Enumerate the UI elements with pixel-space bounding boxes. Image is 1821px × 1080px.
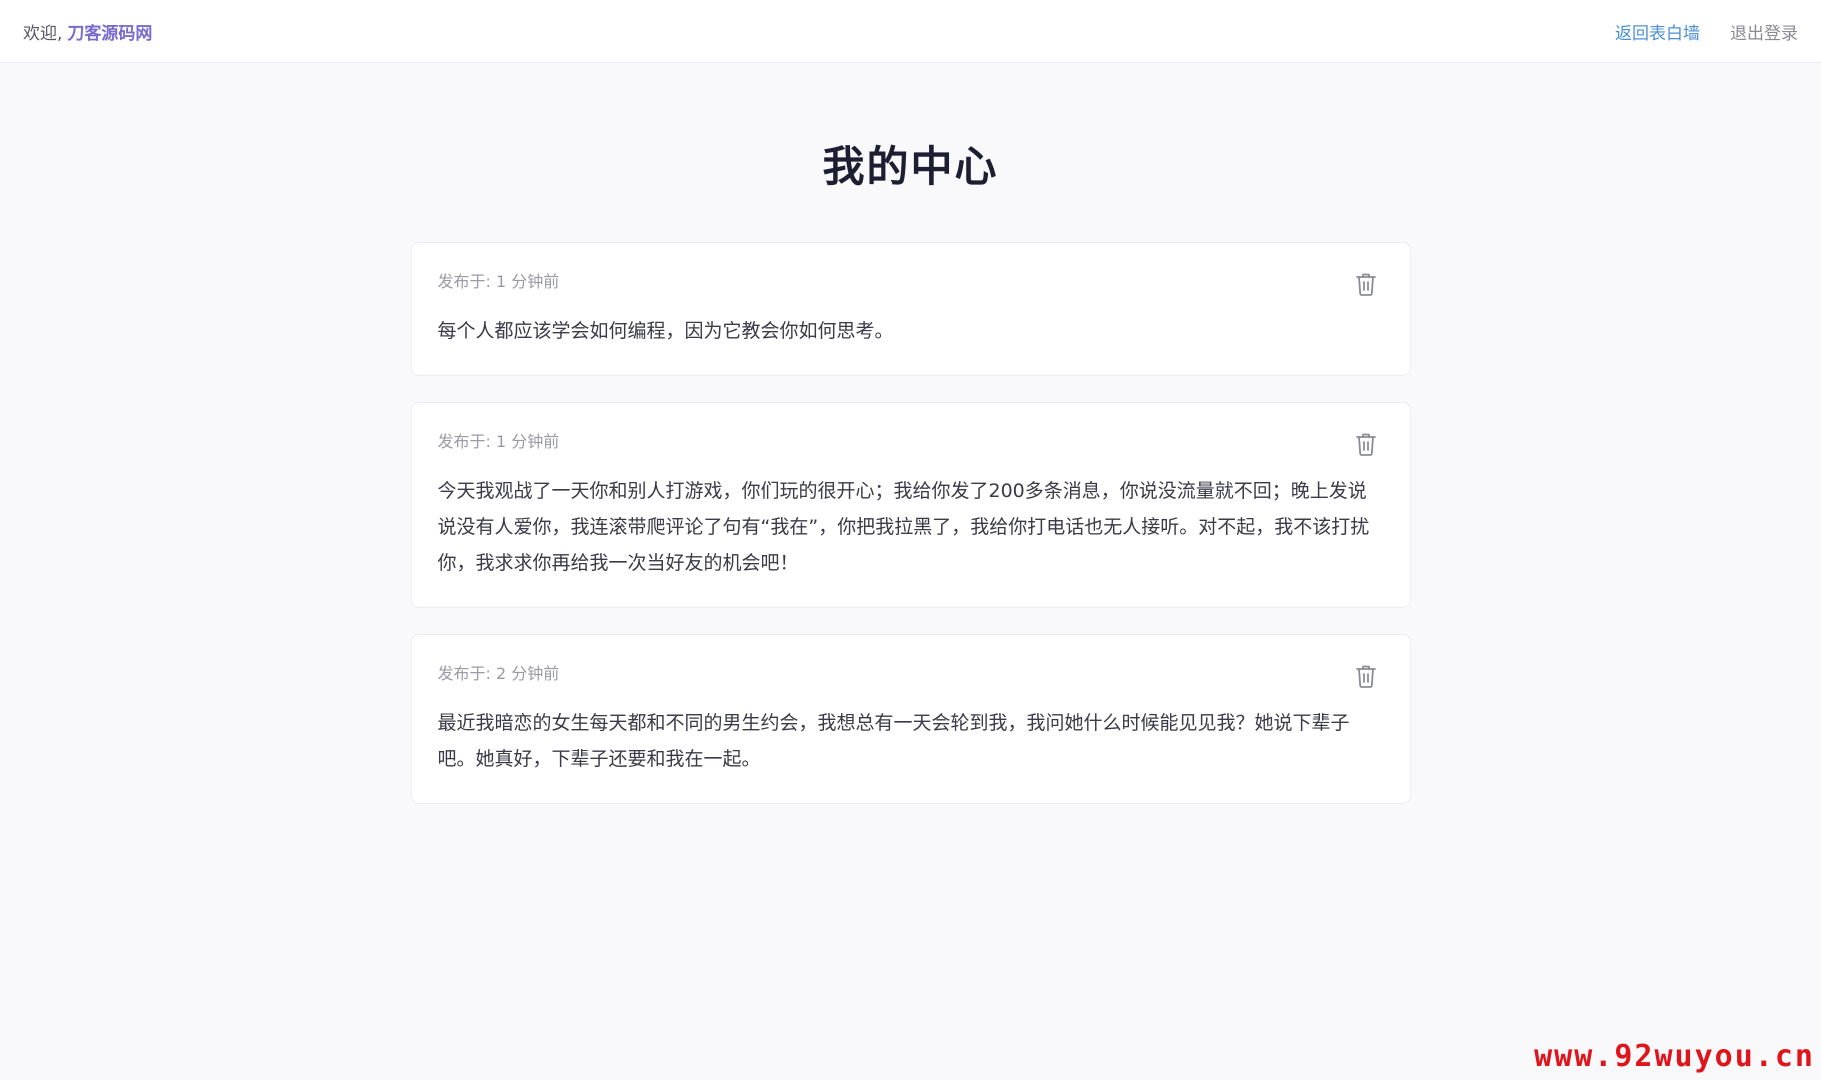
- post-list: 发布于: 1 分钟前 每个人都应该学会如何编程，因为它教会你如何思考。 发布于:…: [410, 242, 1411, 804]
- post-meta: 发布于: 1 分钟前: [437, 432, 560, 451]
- top-nav: 返回表白墙 退出登录: [1615, 19, 1798, 44]
- logout-link[interactable]: 退出登录: [1730, 19, 1798, 44]
- post-meta: 发布于: 1 分钟前: [437, 272, 560, 291]
- top-bar: 欢迎, 刀客源码网 返回表白墙 退出登录: [0, 0, 1821, 63]
- post-card: 发布于: 1 分钟前 今天我观战了一天你和别人打游戏，你们玩的很开心；我给你发了…: [410, 402, 1411, 608]
- delete-post-button[interactable]: [1354, 663, 1378, 689]
- back-to-wall-link[interactable]: 返回表白墙: [1615, 19, 1700, 44]
- delete-post-button[interactable]: [1354, 271, 1378, 297]
- post-card: 发布于: 1 分钟前 每个人都应该学会如何编程，因为它教会你如何思考。: [410, 242, 1411, 376]
- page-title: 我的中心: [822, 142, 999, 191]
- welcome-prefix: 欢迎,: [23, 23, 63, 44]
- post-meta: 发布于: 2 分钟前: [437, 664, 560, 683]
- post-content: 每个人都应该学会如何编程，因为它教会你如何思考。: [437, 320, 894, 342]
- post-card: 发布于: 2 分钟前 最近我暗恋的女生每天都和不同的男生约会，我想总有一天会轮到…: [410, 634, 1411, 804]
- watermark: www.92wuyou.cn: [1534, 1039, 1815, 1074]
- post-content: 最近我暗恋的女生每天都和不同的男生约会，我想总有一天会轮到我，我问她什么时候能见…: [437, 712, 1350, 770]
- trash-icon: [1355, 664, 1377, 688]
- trash-icon: [1355, 272, 1377, 296]
- username: 刀客源码网: [67, 23, 153, 44]
- post-content: 今天我观战了一天你和别人打游戏，你们玩的很开心；我给你发了200多条消息，你说没…: [437, 480, 1370, 574]
- trash-icon: [1355, 432, 1377, 456]
- welcome-text: 欢迎, 刀客源码网: [23, 19, 152, 44]
- delete-post-button[interactable]: [1354, 431, 1378, 457]
